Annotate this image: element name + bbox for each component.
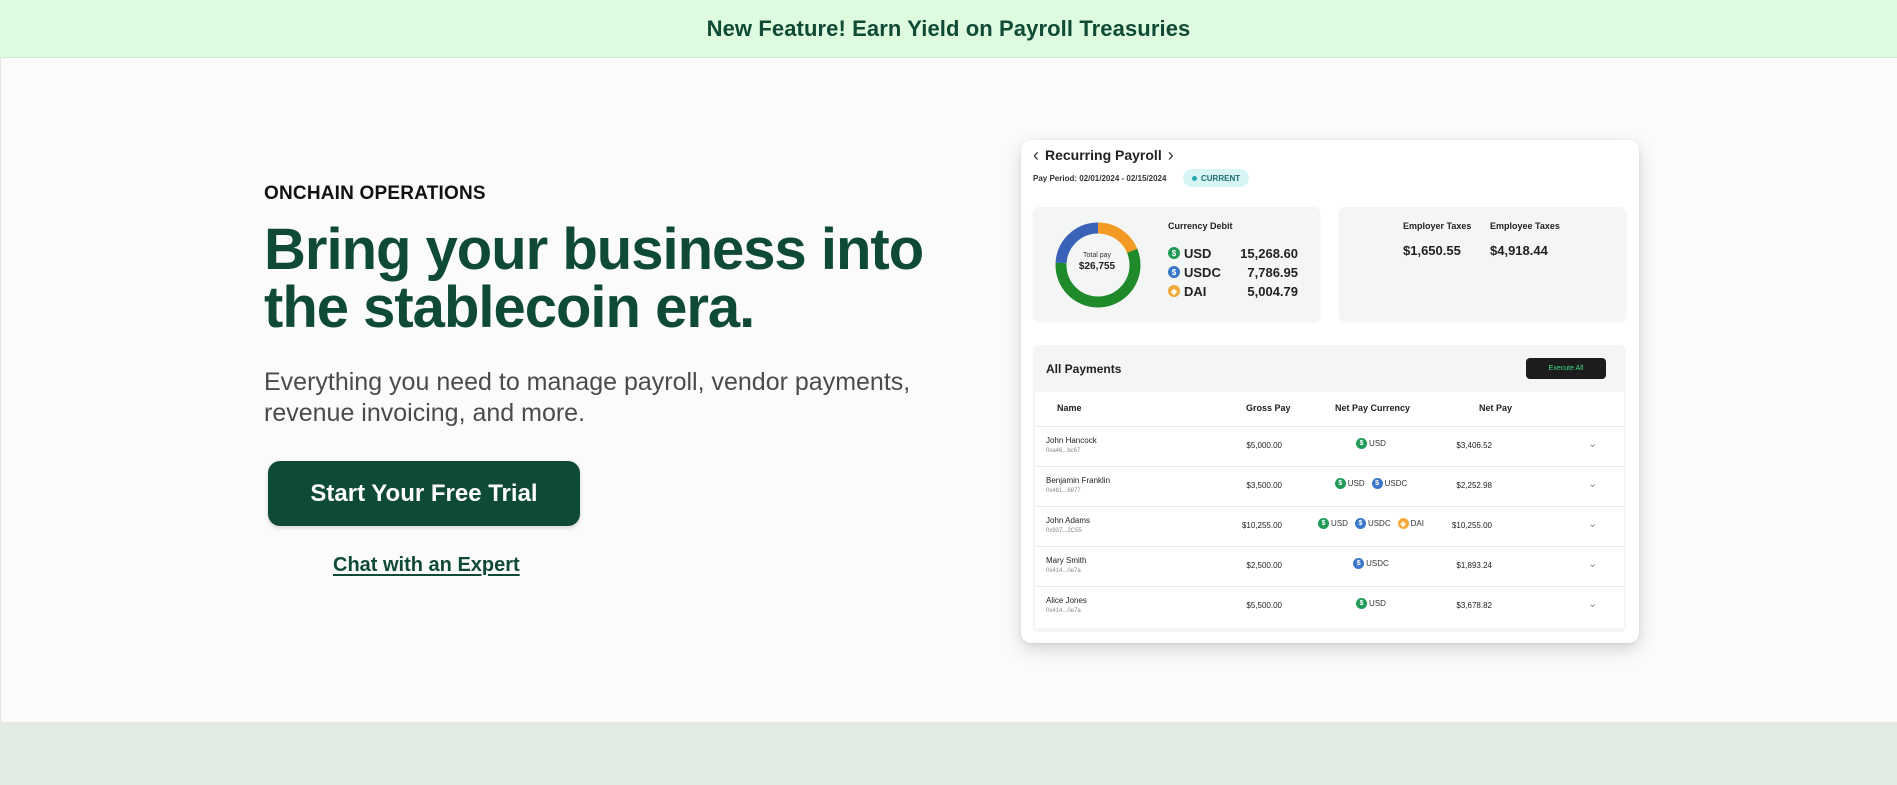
- dai-coin-icon: ◈: [1168, 285, 1180, 297]
- column-header-name[interactable]: Name: [1057, 403, 1082, 413]
- wallet-address: 0x414...0e7a: [1046, 568, 1081, 574]
- usdc-coin-icon: $: [1371, 478, 1383, 489]
- currency-chip-label: USD: [1369, 439, 1386, 448]
- chat-with-expert-link[interactable]: Chat with an Expert: [333, 554, 520, 577]
- total-pay-label: Total pay: [1082, 252, 1112, 259]
- wallet-address: 0x414...0e7a: [1046, 608, 1081, 614]
- net-pay: $2,252.98: [1456, 481, 1492, 490]
- hero-headline: Bring your business into the stablecoin …: [264, 221, 944, 337]
- all-payments-panel: All Payments Execute All Name Gross Pay …: [1033, 345, 1626, 632]
- currency-row-dai: ◈ DAI 5,004.79: [1168, 282, 1298, 300]
- payment-row[interactable]: Benjamin Franklin 0x4b1...6877 $3,500.00 $ U…: [1035, 466, 1624, 505]
- hero-section: ONCHAIN OPERATIONS Bring your business i…: [264, 183, 944, 576]
- dai-coin-icon: ◈: [1397, 518, 1409, 529]
- wallet-address: 0xa46...bc67: [1046, 448, 1081, 454]
- net-pay: $3,678.82: [1456, 601, 1492, 610]
- currency-debit-panel: Total pay $26,755 Currency Debit $ USD 1…: [1033, 207, 1320, 321]
- currency-amount: 15,268.60: [1240, 245, 1298, 261]
- payment-row[interactable]: Alice Jones 0x414...0e7a $5,500.00 $ USD $3,6…: [1035, 586, 1624, 625]
- status-dot-icon: [1192, 175, 1197, 181]
- chevron-right-icon[interactable]: ›: [1168, 146, 1174, 164]
- employer-taxes-label: Employer Taxes: [1403, 221, 1472, 231]
- payment-row[interactable]: Mary Smith 0x414...0e7a $2,500.00 $ USDC $1,8…: [1035, 546, 1624, 585]
- employee-name: Mary Smith: [1046, 556, 1087, 565]
- banner-text[interactable]: New Feature! Earn Yield on Payroll Treas…: [707, 16, 1191, 42]
- headline-line-2: the stablecoin era.: [264, 275, 755, 340]
- status-badge: CURRENT: [1183, 169, 1250, 187]
- net-pay: $3,406.52: [1456, 441, 1492, 450]
- status-label: CURRENT: [1201, 173, 1241, 183]
- headline-line-1: Bring your business into: [264, 217, 924, 282]
- currency-name: USD: [1184, 245, 1212, 261]
- wallet-address: 0x937...2C55: [1046, 528, 1082, 534]
- pay-period: Pay Period: 02/01/2024 - 02/15/2024: [1033, 174, 1167, 183]
- currency-chip: $ USD: [1334, 478, 1365, 489]
- net-pay: $10,255.00: [1451, 521, 1492, 530]
- execute-all-button[interactable]: Execute All: [1526, 358, 1606, 379]
- employee-name: John Hancock: [1046, 436, 1097, 445]
- currency-name: USDC: [1184, 264, 1221, 280]
- payroll-preview-card: ‹ Recurring Payroll › Pay Period: 02/01/…: [1021, 140, 1639, 643]
- usdc-coin-icon: $: [1168, 266, 1180, 278]
- currency-chip: $ USD: [1356, 598, 1386, 609]
- subtext-line-1: Everything you need to manage payroll, v…: [264, 368, 911, 396]
- currency-chip-label: USDC: [1366, 559, 1389, 568]
- chevron-down-icon[interactable]: ⌄: [1588, 437, 1597, 450]
- employer-taxes-value: $1,650.55: [1403, 243, 1461, 258]
- chevron-down-icon[interactable]: ⌄: [1588, 517, 1597, 530]
- taxes-panel: Employer Taxes Employee Taxes $1,650.55 …: [1339, 207, 1626, 321]
- usdc-coin-icon: $: [1353, 558, 1365, 569]
- payroll-header: ‹ Recurring Payroll ›: [1033, 146, 1174, 164]
- currency-chip-label: USDC: [1367, 519, 1391, 528]
- employee-name: Benjamin Franklin: [1046, 476, 1111, 485]
- usd-coin-icon: $: [1168, 247, 1180, 259]
- currency-debit-title: Currency Debit: [1168, 221, 1233, 231]
- next-section-band: [0, 722, 1897, 785]
- chevron-down-icon[interactable]: ⌄: [1588, 477, 1597, 490]
- employee-name: John Adams: [1046, 516, 1091, 525]
- hero-subtext: Everything you need to manage payroll, v…: [264, 367, 944, 429]
- currency-chip: $ USD: [1318, 518, 1348, 529]
- currency-chip: $ USD: [1356, 438, 1386, 449]
- usdc-coin-icon: $: [1354, 518, 1366, 529]
- currency-chip: $ USDC: [1371, 478, 1408, 489]
- currency-chip: $ USDC: [1353, 558, 1389, 569]
- currency-chip-label: USD: [1347, 479, 1365, 488]
- currency-chip: $ USDC: [1354, 518, 1391, 529]
- start-free-trial-button[interactable]: Start Your Free Trial: [268, 461, 580, 526]
- usd-coin-icon: $: [1356, 598, 1368, 609]
- chevron-down-icon[interactable]: ⌄: [1588, 597, 1597, 610]
- subtext-line-2: revenue invoicing, and more.: [264, 399, 586, 427]
- employee-taxes-label: Employee Taxes: [1490, 221, 1560, 231]
- usd-coin-icon: $: [1334, 478, 1346, 489]
- currency-chip-label: USD: [1369, 599, 1386, 608]
- hero-eyebrow: ONCHAIN OPERATIONS: [264, 183, 486, 204]
- column-header-net-pay[interactable]: Net Pay: [1479, 403, 1512, 413]
- usd-coin-icon: $: [1318, 518, 1330, 529]
- chevron-down-icon[interactable]: ⌄: [1588, 557, 1597, 570]
- column-header-net-pay-currency[interactable]: Net Pay Currency: [1335, 403, 1410, 413]
- currency-name: DAI: [1184, 283, 1207, 299]
- usd-coin-icon: $: [1356, 438, 1368, 449]
- chevron-left-icon[interactable]: ‹: [1033, 146, 1039, 164]
- currency-amount: 7,786.95: [1247, 264, 1298, 280]
- currency-chip-label: USDC: [1384, 479, 1408, 488]
- total-pay-value: $26,755: [1078, 261, 1116, 272]
- payment-row[interactable]: John Hancock 0xa46...bc67 $5,000.00 $ USD $3,…: [1035, 426, 1624, 465]
- payment-row[interactable]: John Adams 0x937...2C55 $10,255.00 $ USD $ USD…: [1035, 506, 1624, 545]
- announcement-banner[interactable]: New Feature! Earn Yield on Payroll Treas…: [0, 0, 1897, 58]
- all-payments-title: All Payments: [1046, 362, 1122, 376]
- employee-taxes-value: $4,918.44: [1490, 243, 1548, 258]
- currency-row-usd: $ USD 15,268.60: [1168, 244, 1298, 262]
- payments-table: Name Gross Pay Net Pay Currency Net Pay …: [1035, 392, 1624, 628]
- currency-row-usdc: $ USDC 7,786.95: [1168, 263, 1298, 281]
- currency-amount: 5,004.79: [1247, 283, 1298, 299]
- currency-chip-label: USD: [1331, 519, 1348, 528]
- wallet-address: 0x4b1...6877: [1046, 488, 1081, 494]
- column-header-gross-pay[interactable]: Gross Pay: [1246, 403, 1291, 413]
- payroll-title: Recurring Payroll: [1045, 147, 1162, 163]
- employee-name: Alice Jones: [1046, 596, 1087, 605]
- net-pay: $1,893.24: [1456, 561, 1492, 570]
- page-edge: [0, 57, 1, 722]
